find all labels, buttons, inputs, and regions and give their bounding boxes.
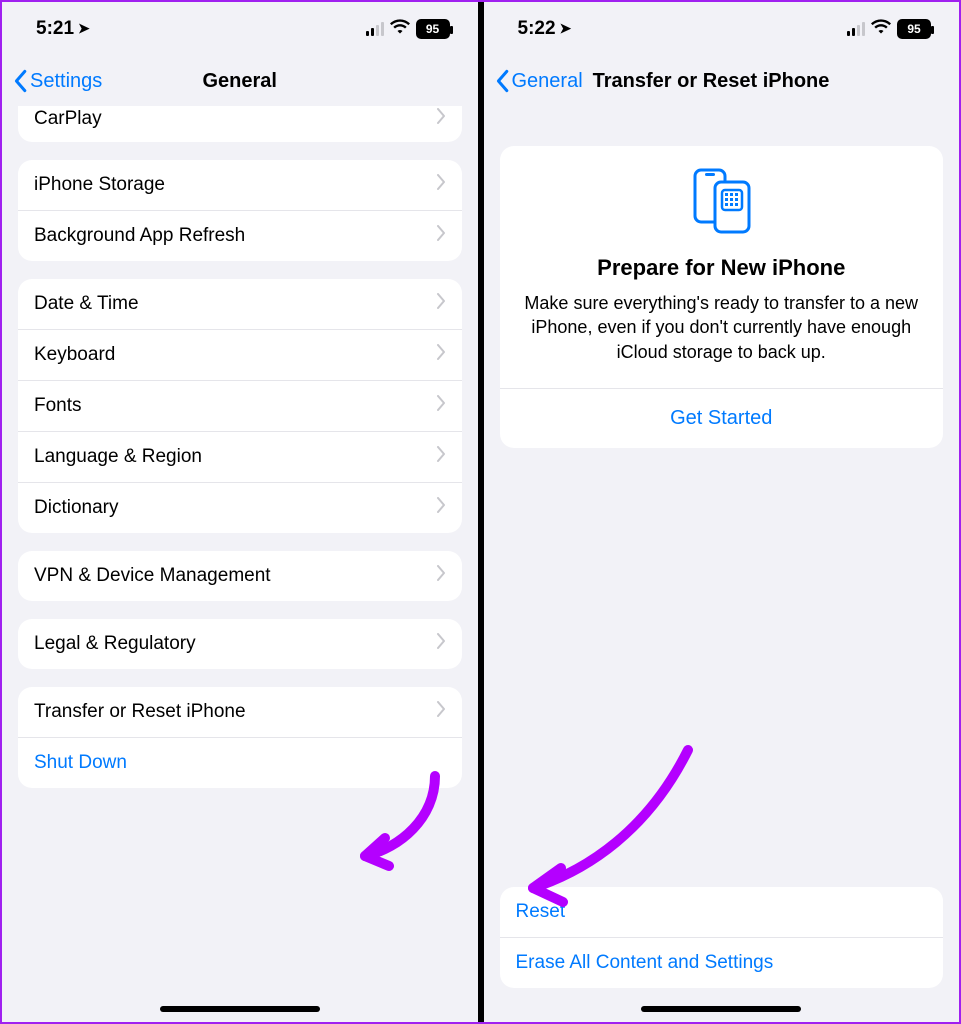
cellular-icon xyxy=(366,22,384,36)
chevron-right-icon xyxy=(436,395,446,417)
nav-bar: Settings General xyxy=(2,56,478,106)
status-time: 5:21 xyxy=(36,18,74,40)
row-label: Fonts xyxy=(34,395,82,417)
row-label: Background App Refresh xyxy=(34,225,245,247)
card-body: Make sure everything's ready to transfer… xyxy=(516,291,928,364)
battery-icon: 95 xyxy=(416,19,450,39)
wifi-icon xyxy=(390,18,410,40)
row-vpn-device-management[interactable]: VPN & Device Management xyxy=(18,551,462,601)
screenshot-transfer-reset: 5:22 ➤ 95 General Transfer or Reset iPho… xyxy=(478,2,960,1022)
phones-icon xyxy=(681,166,761,236)
screenshot-general-settings: 5:21 ➤ 95 Settings General CarPlay iPhon xyxy=(2,2,478,1022)
back-button[interactable]: Settings xyxy=(12,69,102,93)
page-title: Transfer or Reset iPhone xyxy=(593,70,830,93)
row-label: Erase All Content and Settings xyxy=(516,952,774,974)
row-transfer-reset[interactable]: Transfer or Reset iPhone xyxy=(18,687,462,737)
row-label: Reset xyxy=(516,901,566,923)
location-icon: ➤ xyxy=(560,20,572,37)
row-label: Transfer or Reset iPhone xyxy=(34,701,246,723)
row-label: Language & Region xyxy=(34,446,202,468)
chevron-right-icon xyxy=(436,446,446,468)
row-date-time[interactable]: Date & Time xyxy=(18,279,462,329)
row-iphone-storage[interactable]: iPhone Storage xyxy=(18,160,462,210)
chevron-left-icon xyxy=(494,69,510,93)
chevron-right-icon xyxy=(436,293,446,315)
row-language-region[interactable]: Language & Region xyxy=(18,431,462,482)
get-started-button[interactable]: Get Started xyxy=(516,389,928,448)
cellular-icon xyxy=(847,22,865,36)
row-label: Dictionary xyxy=(34,497,118,519)
back-label: General xyxy=(512,70,583,93)
chevron-right-icon xyxy=(436,497,446,519)
chevron-right-icon xyxy=(436,225,446,247)
row-erase-all[interactable]: Erase All Content and Settings xyxy=(500,937,944,988)
status-bar: 5:21 ➤ 95 xyxy=(2,2,478,56)
row-fonts[interactable]: Fonts xyxy=(18,380,462,431)
row-label: Date & Time xyxy=(34,293,139,315)
row-keyboard[interactable]: Keyboard xyxy=(18,329,462,380)
chevron-right-icon xyxy=(436,344,446,366)
home-indicator[interactable] xyxy=(641,1006,801,1012)
chevron-right-icon xyxy=(436,174,446,196)
back-label: Settings xyxy=(30,70,102,93)
chevron-left-icon xyxy=(12,69,28,93)
row-label: VPN & Device Management xyxy=(34,565,271,587)
row-background-app-refresh[interactable]: Background App Refresh xyxy=(18,210,462,261)
row-label: Shut Down xyxy=(34,752,127,774)
row-legal-regulatory[interactable]: Legal & Regulatory xyxy=(18,619,462,669)
chevron-right-icon xyxy=(436,108,446,130)
row-carplay[interactable]: CarPlay xyxy=(18,106,462,142)
prepare-card: Prepare for New iPhone Make sure everyth… xyxy=(500,146,944,448)
chevron-right-icon xyxy=(436,633,446,655)
row-reset[interactable]: Reset xyxy=(500,887,944,937)
row-label: Keyboard xyxy=(34,344,115,366)
nav-bar: General Transfer or Reset iPhone xyxy=(484,56,960,106)
row-label: Legal & Regulatory xyxy=(34,633,196,655)
settings-list[interactable]: CarPlay iPhone Storage Background App Re… xyxy=(2,106,478,1022)
home-indicator[interactable] xyxy=(160,1006,320,1012)
wifi-icon xyxy=(871,18,891,40)
row-label: iPhone Storage xyxy=(34,174,165,196)
location-icon: ➤ xyxy=(78,20,90,37)
chevron-right-icon xyxy=(436,701,446,723)
row-shut-down[interactable]: Shut Down xyxy=(18,737,462,788)
battery-icon: 95 xyxy=(897,19,931,39)
row-dictionary[interactable]: Dictionary xyxy=(18,482,462,533)
chevron-right-icon xyxy=(436,565,446,587)
back-button[interactable]: General xyxy=(494,69,583,93)
row-label: CarPlay xyxy=(34,108,102,130)
status-time: 5:22 xyxy=(518,18,556,40)
status-bar: 5:22 ➤ 95 xyxy=(484,2,960,56)
card-title: Prepare for New iPhone xyxy=(516,255,928,281)
